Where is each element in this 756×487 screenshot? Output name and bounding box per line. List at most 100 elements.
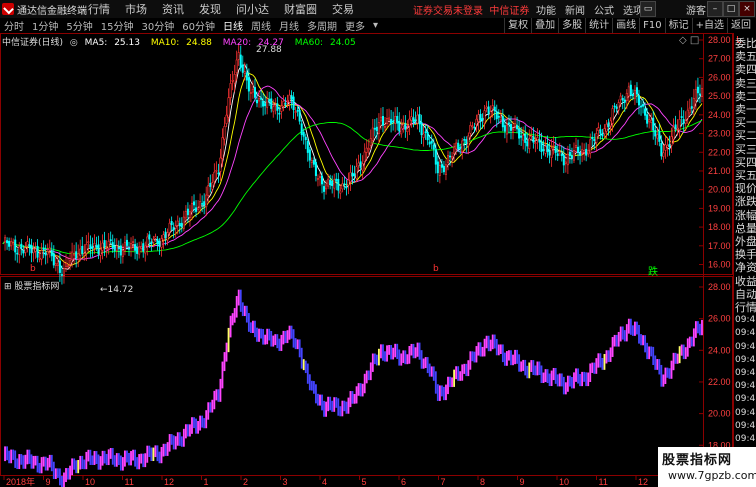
quote-panel-label: 09:47 xyxy=(735,354,756,365)
indicator-bar xyxy=(595,358,598,374)
quote-panel-label: 委比 xyxy=(735,37,756,50)
indicator-bar xyxy=(451,377,453,388)
indicator-bar xyxy=(109,448,112,459)
indicator-bar xyxy=(48,454,51,468)
watermark-url: www.7gpzb.com xyxy=(668,469,756,482)
candle xyxy=(581,142,584,163)
indicator-bar xyxy=(512,354,514,366)
indicator-bar xyxy=(390,345,393,360)
candle xyxy=(436,155,439,182)
settings-icon[interactable]: ◎ xyxy=(70,38,78,48)
quote-panel-label: 09:47 xyxy=(735,315,756,326)
indicator-bar xyxy=(225,342,228,362)
candle xyxy=(119,238,122,264)
candle xyxy=(493,100,496,121)
indicator-bar xyxy=(146,445,149,463)
candle xyxy=(562,146,565,174)
quote-panel-label[interactable]: 自动 xyxy=(735,288,756,301)
candle xyxy=(52,245,55,269)
candle xyxy=(99,240,102,263)
candle xyxy=(304,133,307,150)
indicator-bar xyxy=(426,357,429,374)
candle xyxy=(570,147,573,164)
indicator-bar xyxy=(91,455,94,465)
indicator-bar xyxy=(587,372,590,387)
close-icon[interactable]: × xyxy=(739,1,755,17)
price-axis-label: 21.00 xyxy=(708,166,731,176)
indicator-bar xyxy=(331,400,334,412)
indicator-bar xyxy=(268,328,271,341)
candle xyxy=(180,217,183,233)
zoom-icons[interactable]: ◇ □ xyxy=(679,35,699,46)
candle xyxy=(461,137,464,160)
indicator-bar xyxy=(306,363,309,384)
date-axis-label: 2 xyxy=(243,477,248,487)
quote-panel-label: 收益 xyxy=(735,274,756,288)
indicator-bar xyxy=(85,451,88,470)
candle xyxy=(544,137,547,157)
candle xyxy=(339,184,342,200)
candle xyxy=(111,234,114,253)
indicator-bar xyxy=(375,354,378,366)
candle xyxy=(227,88,230,123)
indicator-bar xyxy=(424,357,427,369)
indicator-bar xyxy=(317,393,319,406)
indicator-bar xyxy=(36,455,39,473)
indicator-bar xyxy=(666,367,669,378)
indicator-bar xyxy=(99,456,102,470)
indicator-bar xyxy=(672,352,675,371)
indicator-bar xyxy=(229,315,232,338)
indicator-bar xyxy=(371,353,374,372)
indicator-bar xyxy=(136,457,139,470)
indicator-bar xyxy=(34,455,37,466)
candle xyxy=(140,241,143,253)
indicator-bar xyxy=(107,449,110,466)
price-axis-label: 25.00 xyxy=(708,91,731,101)
sub-axis-label: 24.00 xyxy=(708,345,731,355)
indicator-bar xyxy=(538,361,541,375)
indicator-bar xyxy=(416,342,419,357)
indicator-bar xyxy=(341,400,344,417)
indicator-bar xyxy=(148,445,151,458)
sub-menu-icon[interactable]: ⊞ xyxy=(4,282,12,292)
indicator-bar xyxy=(619,326,622,342)
indicator-bar xyxy=(219,378,222,402)
candle xyxy=(396,107,399,131)
indicator-bar xyxy=(638,324,640,344)
candle xyxy=(509,116,512,140)
indicator-bar xyxy=(347,397,350,414)
indicator-bar xyxy=(124,450,126,467)
indicator-bar xyxy=(339,406,342,417)
price-axis-label: 24.00 xyxy=(708,110,731,120)
quote-panel-label: 涨跌 xyxy=(735,195,756,209)
indicator-bar xyxy=(274,334,277,346)
indicator-bar xyxy=(536,361,539,376)
date-axis-label: 11 xyxy=(599,477,608,487)
candle xyxy=(85,235,88,261)
indicator-bar xyxy=(117,453,120,466)
candle xyxy=(290,90,293,109)
indicator-bar xyxy=(408,346,411,364)
candle xyxy=(50,242,53,262)
candle xyxy=(132,235,135,252)
indicator-bar xyxy=(434,371,437,394)
quote-panel-label: 总量 xyxy=(735,221,756,235)
indicator-bar xyxy=(455,366,458,380)
candle xyxy=(142,239,145,258)
candle xyxy=(136,242,139,261)
indicator-bar xyxy=(30,454,33,469)
kline-chart[interactable]: 28.00 27.00 26.00 25.00 24.00 23.00 22.00 21.00… xyxy=(0,0,733,487)
candle xyxy=(89,235,92,258)
sub-axis-label: 20.00 xyxy=(708,409,731,419)
date-axis-label: 10 xyxy=(559,477,569,487)
indicator-bar xyxy=(258,328,260,342)
candle xyxy=(310,157,313,168)
candle xyxy=(231,70,234,91)
indicator-bar xyxy=(670,360,673,379)
candle xyxy=(164,227,167,246)
quote-panel-label: 买二 xyxy=(735,129,756,143)
indicator-bar xyxy=(349,391,352,408)
indicator-bar xyxy=(101,450,104,466)
indicator-bar xyxy=(690,336,693,347)
indicator-bar xyxy=(503,352,506,366)
